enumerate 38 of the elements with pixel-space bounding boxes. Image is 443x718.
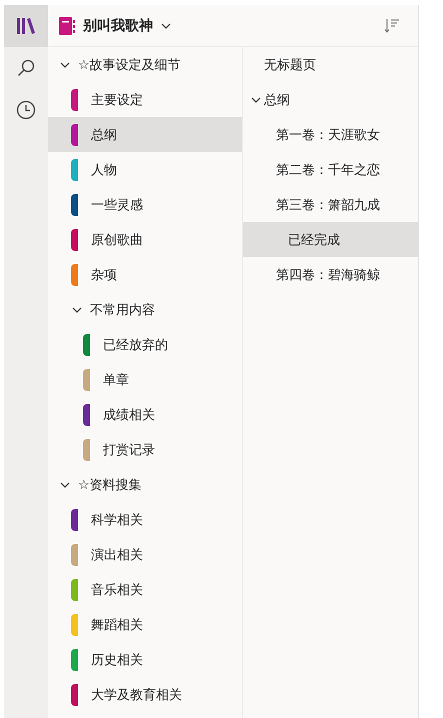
section-item[interactable]: 成绩相关: [48, 397, 242, 432]
sort-icon: [384, 18, 400, 34]
section-item[interactable]: 演出相关: [48, 537, 242, 572]
notebook-dropdown[interactable]: 别叫我歌神: [48, 12, 177, 38]
search-icon: [17, 59, 35, 77]
section-item[interactable]: 人物: [48, 152, 242, 187]
section-item[interactable]: 杂项: [48, 257, 242, 292]
page-item[interactable]: 第一卷：天涯歌女: [243, 117, 418, 152]
page-item[interactable]: 第二卷：千年之恋: [243, 152, 418, 187]
section-item[interactable]: 科学相关: [48, 502, 242, 537]
chevron-icon[interactable]: [72, 306, 82, 312]
section-item[interactable]: 总纲: [48, 117, 242, 152]
rail-button[interactable]: [4, 5, 48, 47]
page-item[interactable]: 无标题页: [243, 47, 418, 82]
section-item[interactable]: 单章: [48, 362, 242, 397]
section-item[interactable]: 音乐相关: [48, 572, 242, 607]
section-item[interactable]: 舞蹈相关: [48, 607, 242, 642]
section-group[interactable]: ☆资料搜集: [78, 476, 142, 494]
section-group[interactable]: 不常用内容: [90, 300, 155, 318]
section-group[interactable]: ☆故事设定及细节: [78, 56, 181, 74]
chevron-icon[interactable]: [60, 482, 70, 488]
page-item[interactable]: 第三卷：箫韶九成: [243, 187, 418, 222]
library-icon: [16, 17, 36, 35]
section-item[interactable]: 历史相关: [48, 642, 242, 677]
chevron-icon[interactable]: [251, 96, 261, 102]
notebook-icon: [59, 16, 75, 34]
page-item[interactable]: 已经完成: [243, 222, 418, 257]
section-item[interactable]: 主要设定: [48, 82, 242, 117]
section-item[interactable]: 一些灵感: [48, 187, 242, 222]
page-item[interactable]: 总纲: [243, 82, 418, 117]
chevron-icon: [161, 22, 171, 28]
section-item[interactable]: 大学及教育相关: [48, 677, 242, 712]
section-item[interactable]: 已经放弃的: [48, 327, 242, 362]
clock-icon: [16, 100, 36, 120]
section-item[interactable]: 打赏记录: [48, 432, 242, 467]
page-item[interactable]: 第四卷：碧海骑鲸: [243, 257, 418, 292]
section-item[interactable]: 原创歌曲: [48, 222, 242, 257]
chevron-icon[interactable]: [60, 62, 70, 68]
